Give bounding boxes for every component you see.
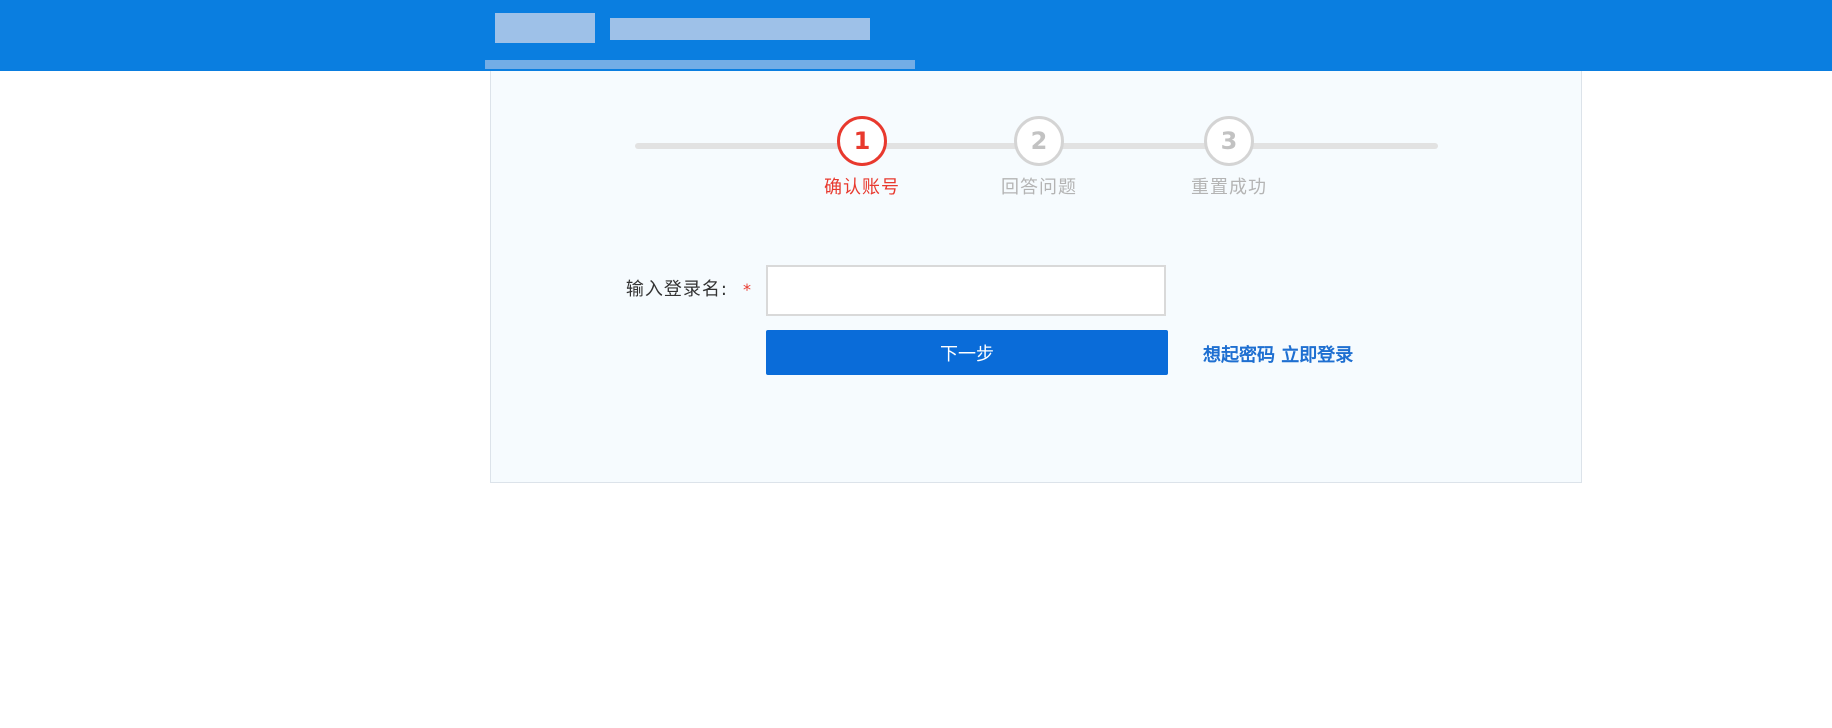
step-answer-question: 2 回答问题 <box>979 116 1099 199</box>
step-number-circle: 1 <box>837 116 887 166</box>
login-name-label: 输入登录名: <box>625 279 728 300</box>
step-label: 重置成功 <box>1191 177 1267 198</box>
step-confirm-account: 1 确认账号 <box>802 116 922 199</box>
remember-password-login-link[interactable]: 想起密码 立即登录 <box>1203 341 1353 367</box>
step-label: 回答问题 <box>1001 177 1077 198</box>
step-number-circle: 3 <box>1204 116 1254 166</box>
next-step-button[interactable]: 下一步 <box>766 330 1168 375</box>
step-number-circle: 2 <box>1014 116 1064 166</box>
step-label: 确认账号 <box>824 177 900 198</box>
login-name-input[interactable] <box>766 265 1166 316</box>
top-header-bar <box>0 0 1832 71</box>
required-asterisk: * <box>743 280 751 299</box>
step-reset-success: 3 重置成功 <box>1169 116 1289 199</box>
site-logo[interactable] <box>485 8 945 71</box>
